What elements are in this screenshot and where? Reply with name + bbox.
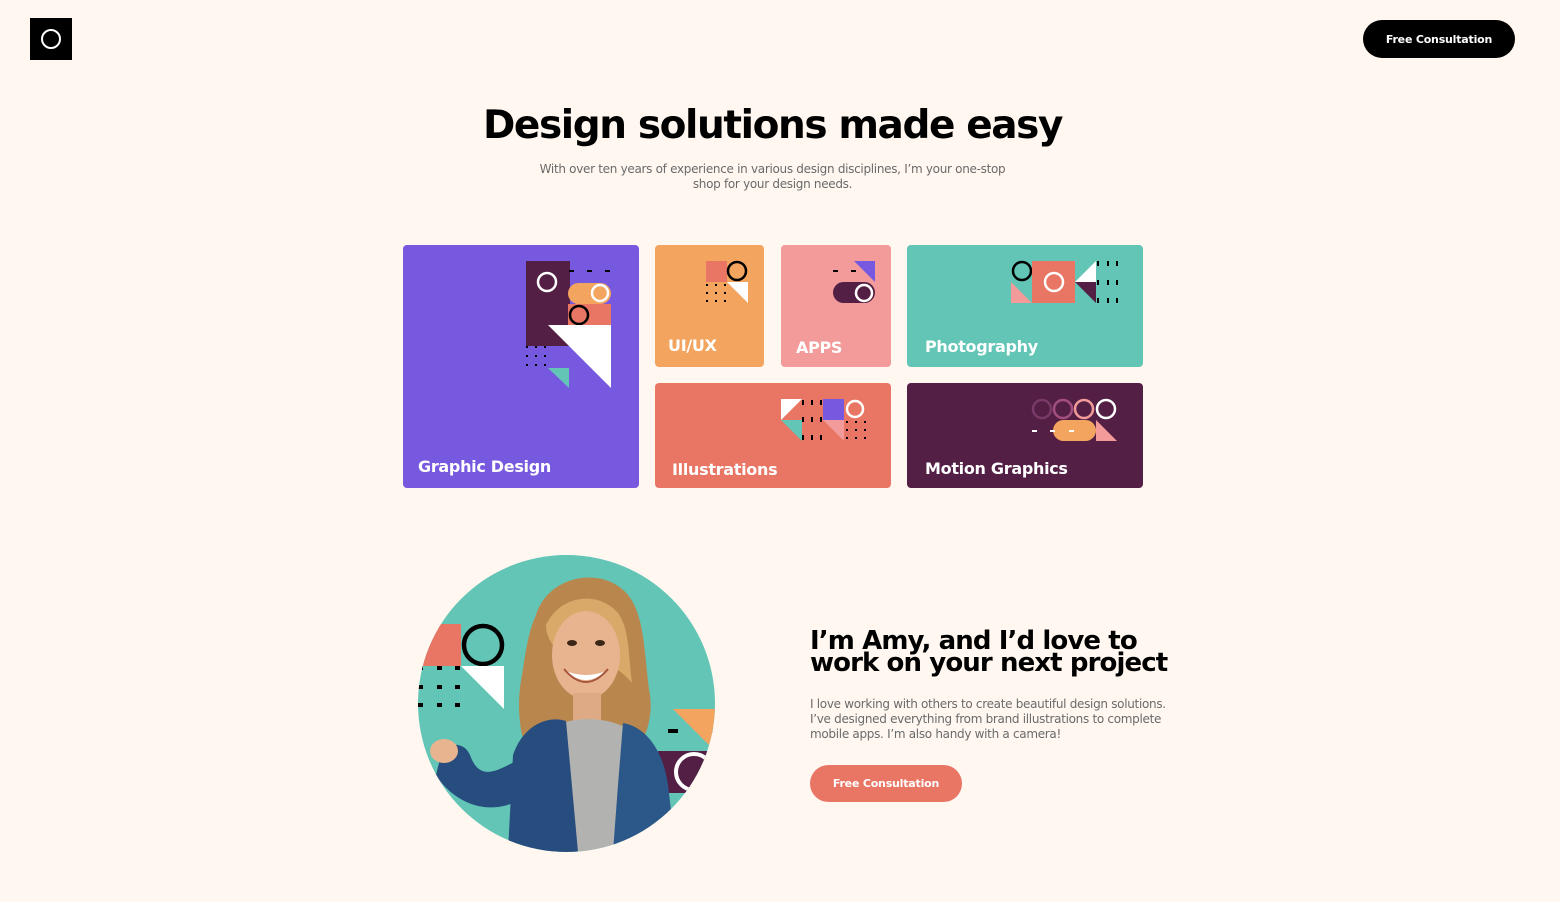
service-card-motion-graphics[interactable]: Motion Graphics [907, 383, 1143, 488]
hero-title: Design solutions made easy [482, 103, 1063, 148]
service-label: Illustrations [672, 460, 778, 479]
about-text: I love working with others to create bea… [810, 697, 1166, 741]
person-portrait-icon [418, 577, 715, 852]
free-consultation-button[interactable]: Free Consultation [1363, 20, 1515, 58]
service-card-graphic-design[interactable]: Graphic Design [403, 245, 639, 488]
service-label: Graphic Design [418, 457, 551, 476]
logo[interactable] [30, 18, 72, 60]
service-card-photography[interactable]: Photography [907, 245, 1143, 367]
service-label: Photography [925, 337, 1038, 356]
service-card-illustrations[interactable]: Illustrations [655, 383, 891, 488]
service-card-ui-ux[interactable]: UI/UX [655, 245, 764, 367]
about-free-consultation-button[interactable]: Free Consultation [810, 765, 962, 802]
graphic-design-pattern-icon [526, 261, 611, 388]
service-label: APPS [796, 338, 843, 357]
about-title: I’m Amy, and I’d love to work on your ne… [810, 628, 1190, 678]
about-title-line-2: work on your next project [810, 648, 1168, 678]
service-card-apps[interactable]: APPS [781, 245, 891, 367]
service-label: UI/UX [668, 336, 717, 355]
service-label: Motion Graphics [925, 459, 1068, 478]
ring-logo-icon [41, 29, 61, 49]
hero-subtitle: With over ten years of experience in var… [539, 162, 1006, 191]
page: Free Consultation Design solutions made … [0, 0, 1560, 902]
portrait [418, 555, 715, 852]
